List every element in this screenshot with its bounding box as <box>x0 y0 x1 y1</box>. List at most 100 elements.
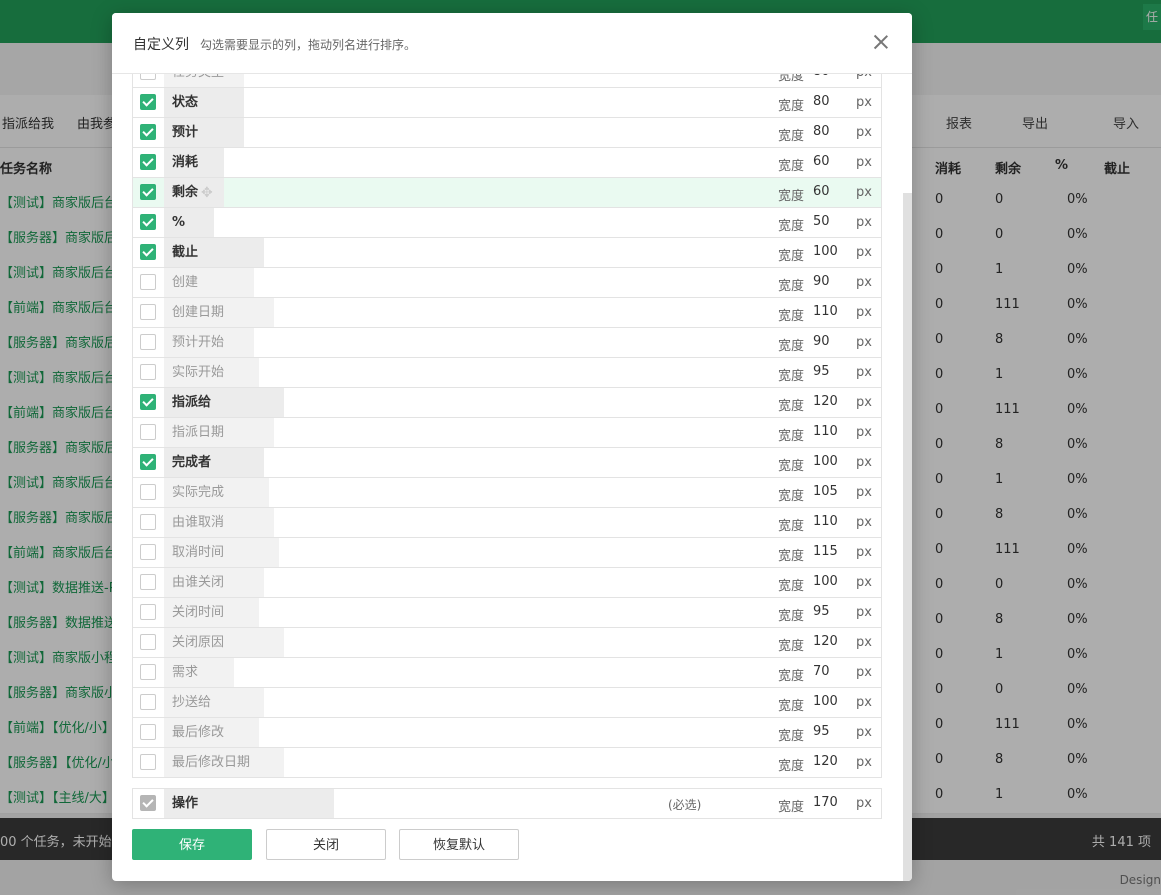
column-checkbox[interactable] <box>140 754 156 770</box>
column-checkbox[interactable] <box>140 664 156 680</box>
column-checkbox[interactable] <box>140 184 156 200</box>
column-checkbox[interactable] <box>140 634 156 650</box>
column-checkbox[interactable] <box>140 214 156 230</box>
column-item[interactable]: 消耗 宽度 60 px <box>132 148 882 178</box>
width-input[interactable]: 120 <box>813 394 838 409</box>
column-item[interactable]: 最后修改日期 宽度 120 px <box>132 748 882 778</box>
column-name[interactable]: 由谁取消 <box>164 508 274 537</box>
column-item[interactable]: 抄送给 宽度 100 px <box>132 688 882 718</box>
width-input[interactable]: 110 <box>813 514 838 529</box>
column-name[interactable]: 完成者 <box>164 448 264 477</box>
column-name[interactable]: 预计 <box>164 118 244 147</box>
width-input[interactable]: 100 <box>813 454 838 469</box>
column-name[interactable]: 关闭原因 <box>164 628 284 657</box>
column-name[interactable]: 指派给 <box>164 388 284 417</box>
column-checkbox[interactable] <box>140 574 156 590</box>
column-checkbox[interactable] <box>140 604 156 620</box>
column-item[interactable]: 由谁取消 宽度 110 px <box>132 508 882 538</box>
width-input[interactable]: 80 <box>813 124 830 139</box>
width-input[interactable]: 100 <box>813 574 838 589</box>
width-input[interactable]: 100 <box>813 694 838 709</box>
width-input[interactable]: 170 <box>813 795 838 810</box>
column-item[interactable]: 需求 宽度 70 px <box>132 658 882 688</box>
column-checkbox[interactable] <box>140 484 156 500</box>
column-name[interactable]: 创建日期 <box>164 298 274 327</box>
column-name[interactable]: 截止 <box>164 238 264 267</box>
column-name[interactable]: 实际完成 <box>164 478 269 507</box>
width-input[interactable]: 80 <box>813 94 830 109</box>
column-name[interactable]: 消耗 <box>164 148 224 177</box>
width-input[interactable]: 100 <box>813 244 838 259</box>
column-checkbox[interactable] <box>140 94 156 110</box>
column-item[interactable]: 实际开始 宽度 95 px <box>132 358 882 388</box>
column-name[interactable]: 需求 <box>164 658 234 687</box>
column-name[interactable]: 剩余 <box>164 178 224 207</box>
width-input[interactable]: 120 <box>813 634 838 649</box>
column-item[interactable]: 实际完成 宽度 105 px <box>132 478 882 508</box>
width-input[interactable]: 95 <box>813 724 830 739</box>
column-name[interactable]: 抄送给 <box>164 688 264 717</box>
column-item[interactable]: 截止 宽度 100 px <box>132 238 882 268</box>
column-checkbox[interactable] <box>140 124 156 140</box>
column-checkbox[interactable] <box>140 334 156 350</box>
column-checkbox[interactable] <box>140 274 156 290</box>
width-input[interactable]: 95 <box>813 364 830 379</box>
column-name[interactable]: 实际开始 <box>164 358 259 387</box>
column-item[interactable]: 剩余 ✥ 宽度 60 px <box>132 178 882 208</box>
column-name[interactable]: 创建 <box>164 268 254 297</box>
column-item[interactable]: 预计 宽度 80 px <box>132 118 882 148</box>
column-name[interactable]: 关闭时间 <box>164 598 259 627</box>
column-checkbox[interactable] <box>140 724 156 740</box>
column-item[interactable]: 创建 宽度 90 px <box>132 268 882 298</box>
column-item[interactable]: 完成者 宽度 100 px <box>132 448 882 478</box>
column-item[interactable]: 预计开始 宽度 90 px <box>132 328 882 358</box>
column-checkbox[interactable] <box>140 364 156 380</box>
column-item[interactable]: % 宽度 50 px <box>132 208 882 238</box>
width-label: 宽度 <box>778 549 805 564</box>
column-name[interactable]: 预计开始 <box>164 328 254 357</box>
column-name[interactable]: 最后修改日期 <box>164 748 284 777</box>
column-name[interactable]: % <box>164 208 214 237</box>
width-input[interactable]: 115 <box>813 544 838 559</box>
column-item[interactable]: 取消时间 宽度 115 px <box>132 538 882 568</box>
column-item[interactable]: 指派给 宽度 120 px <box>132 388 882 418</box>
width-input[interactable]: 70 <box>813 664 830 679</box>
column-checkbox[interactable] <box>140 304 156 320</box>
column-item[interactable]: 指派日期 宽度 110 px <box>132 418 882 448</box>
column-checkbox[interactable] <box>140 424 156 440</box>
column-name[interactable]: 取消时间 <box>164 538 279 567</box>
column-item[interactable]: 状态 宽度 80 px <box>132 88 882 118</box>
column-name[interactable]: 由谁关闭 <box>164 568 264 597</box>
column-name[interactable]: 最后修改 <box>164 718 259 747</box>
column-name[interactable]: 指派日期 <box>164 418 274 447</box>
width-input[interactable]: 95 <box>813 604 830 619</box>
width-input[interactable]: 60 <box>813 154 830 169</box>
close-button[interactable]: 关闭 <box>266 829 386 860</box>
scrollbar[interactable] <box>903 193 912 881</box>
column-checkbox[interactable] <box>140 544 156 560</box>
column-item[interactable]: 最后修改 宽度 95 px <box>132 718 882 748</box>
width-input[interactable]: 60 <box>813 184 830 199</box>
column-item[interactable]: 由谁关闭 宽度 100 px <box>132 568 882 598</box>
column-checkbox[interactable] <box>140 454 156 470</box>
column-checkbox[interactable] <box>140 514 156 530</box>
column-name[interactable]: 状态 <box>164 88 244 117</box>
column-checkbox[interactable] <box>140 694 156 710</box>
width-input[interactable]: 105 <box>813 484 838 499</box>
column-checkbox[interactable] <box>140 244 156 260</box>
width-input[interactable]: 110 <box>813 304 838 319</box>
width-input[interactable]: 90 <box>813 334 830 349</box>
column-checkbox[interactable] <box>140 154 156 170</box>
save-button[interactable]: 保存 <box>132 829 252 860</box>
width-input[interactable]: 110 <box>813 424 838 439</box>
drag-move-icon[interactable]: ✥ <box>201 185 213 201</box>
width-input[interactable]: 120 <box>813 754 838 769</box>
column-item[interactable]: 关闭原因 宽度 120 px <box>132 628 882 658</box>
close-icon[interactable] <box>870 31 892 53</box>
column-checkbox[interactable] <box>140 394 156 410</box>
column-item[interactable]: 关闭时间 宽度 95 px <box>132 598 882 628</box>
width-input[interactable]: 90 <box>813 274 830 289</box>
width-input[interactable]: 50 <box>813 214 830 229</box>
reset-default-button[interactable]: 恢复默认 <box>399 829 519 860</box>
column-item[interactable]: 创建日期 宽度 110 px <box>132 298 882 328</box>
